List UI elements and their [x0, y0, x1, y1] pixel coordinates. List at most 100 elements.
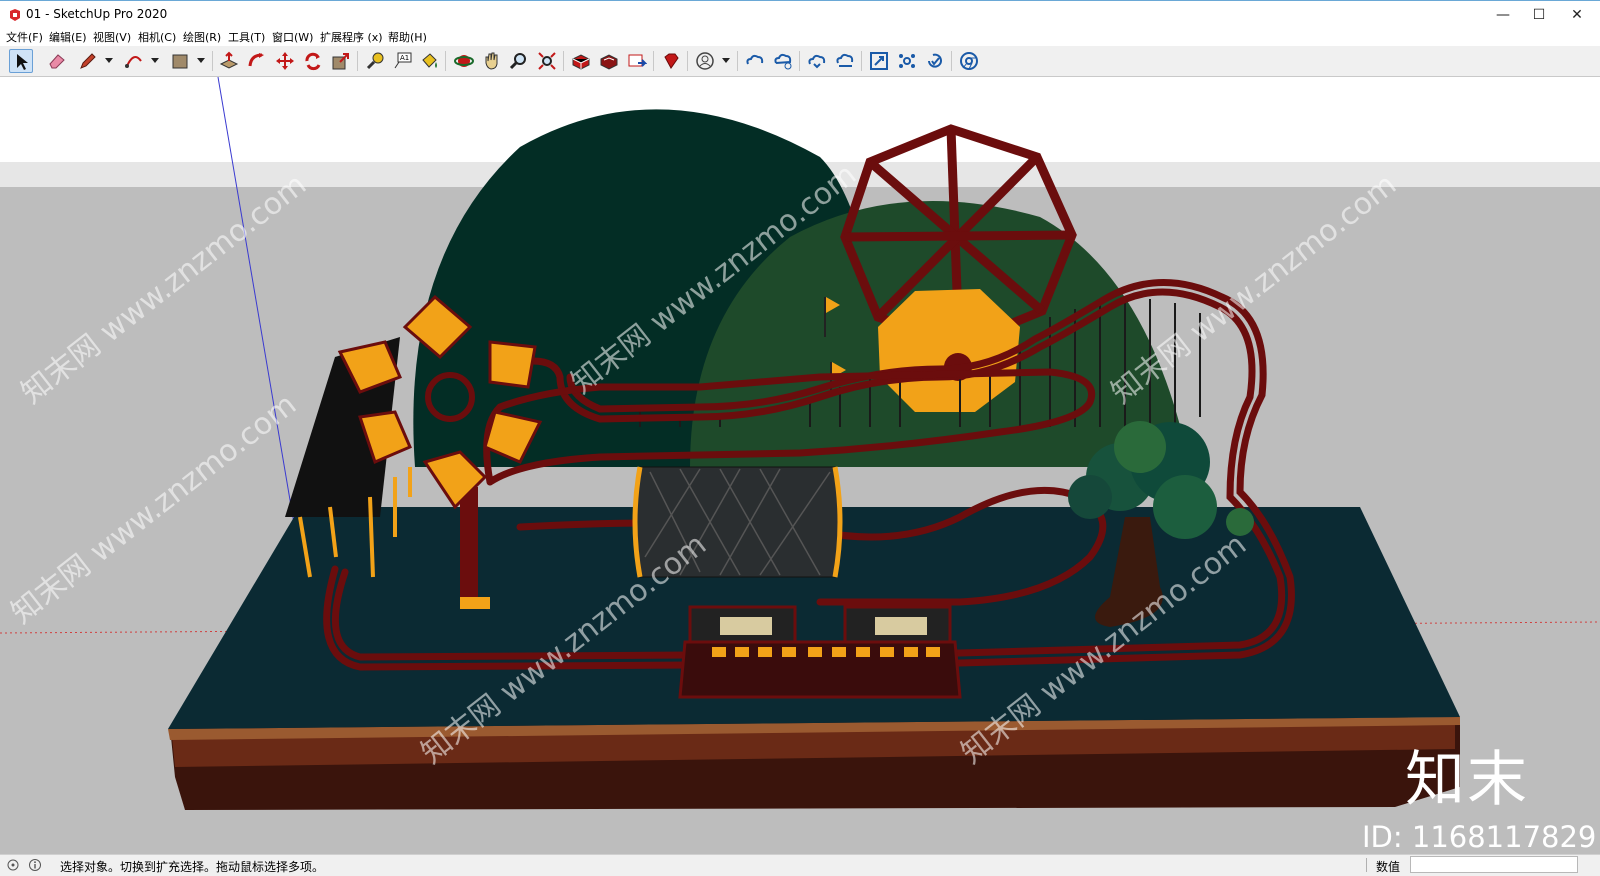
- toolbar-separator: [687, 51, 688, 71]
- chevron-down-icon[interactable]: [196, 54, 206, 66]
- toolbar-separator: [799, 51, 800, 71]
- cloud-stack-icon: [836, 53, 854, 67]
- brand-id: ID: 1168117829: [1362, 820, 1597, 854]
- user-account-button[interactable]: [693, 49, 717, 73]
- menu-camera[interactable]: 相机(C): [138, 29, 176, 45]
- orbit-icon: [454, 55, 474, 67]
- menu-help[interactable]: 帮助(H): [388, 29, 427, 45]
- arc-tool-button[interactable]: [122, 49, 146, 73]
- browser-button[interactable]: [957, 49, 981, 73]
- info-icon[interactable]: [28, 858, 42, 872]
- menu-window[interactable]: 窗口(W): [272, 29, 313, 45]
- tunnel: [632, 466, 843, 578]
- zoom-extents-button[interactable]: [535, 49, 559, 73]
- 3d-warehouse-icon: [572, 54, 590, 70]
- zoom-icon: [509, 53, 526, 70]
- cloud-upload-icon: [808, 54, 826, 69]
- tape-measure-icon: [366, 52, 384, 70]
- push-pull-icon: [219, 51, 239, 69]
- menu-file[interactable]: 文件(F): [6, 29, 43, 45]
- arc-icon: [125, 56, 142, 68]
- main-toolbar: A1: [0, 46, 1600, 77]
- 3d-warehouse-button[interactable]: [569, 49, 593, 73]
- menu-tools[interactable]: 工具(T): [228, 29, 265, 45]
- user-account-icon: [696, 52, 714, 70]
- cloud-upload-button[interactable]: [805, 49, 829, 73]
- text-tool-button[interactable]: A1: [391, 49, 415, 73]
- move-button[interactable]: [273, 49, 297, 73]
- layout-icon: [628, 54, 647, 67]
- settings-network-icon: [899, 54, 915, 68]
- sync-check-button[interactable]: [923, 49, 947, 73]
- select-tool-button[interactable]: [9, 49, 33, 73]
- orbit-button[interactable]: [452, 49, 476, 73]
- extension-warehouse-icon: [600, 54, 618, 70]
- menu-bar: 文件(F) 编辑(E) 视图(V) 相机(C) 绘图(R) 工具(T) 窗口(W…: [0, 28, 1600, 46]
- line-pencil-icon: [80, 53, 96, 69]
- zoom-button[interactable]: [507, 49, 531, 73]
- send-to-layout-button[interactable]: [625, 49, 649, 73]
- text-icon: A1: [394, 52, 412, 69]
- network-settings-button[interactable]: [895, 49, 919, 73]
- toolbar-separator: [445, 51, 446, 71]
- chevron-down-icon[interactable]: [721, 54, 731, 66]
- menu-extensions[interactable]: 扩展程序 (x): [320, 29, 383, 45]
- chevron-down-icon[interactable]: [150, 54, 160, 66]
- ruby-icon: [664, 53, 679, 69]
- rotate-icon: [305, 52, 321, 71]
- measurements-input[interactable]: [1410, 856, 1578, 873]
- cloud-share-icon: [774, 53, 792, 70]
- follow-me-button[interactable]: [245, 49, 269, 73]
- move-icon: [276, 52, 294, 70]
- pencil-tool-button[interactable]: [76, 49, 100, 73]
- ruby-console-button[interactable]: [659, 49, 683, 73]
- rotate-button[interactable]: [301, 49, 325, 73]
- extension-warehouse-button[interactable]: [597, 49, 621, 73]
- chevron-down-icon[interactable]: [104, 54, 114, 66]
- title-bar: 01 - SketchUp Pro 2020 — ☐ ✕: [0, 0, 1600, 29]
- close-button[interactable]: ✕: [1554, 1, 1600, 29]
- toolbar-separator: [357, 51, 358, 71]
- eraser-icon: [49, 54, 65, 69]
- menu-view[interactable]: 视图(V): [93, 29, 131, 45]
- follow-me-icon: [248, 53, 264, 67]
- menu-edit[interactable]: 编辑(E): [49, 29, 87, 45]
- toolbar-separator: [653, 51, 654, 71]
- paint-bucket-button[interactable]: [418, 49, 442, 73]
- cloud-stack-button[interactable]: [833, 49, 857, 73]
- rectangle-icon: [172, 54, 188, 69]
- menu-draw[interactable]: 绘图(R): [183, 29, 221, 45]
- paint-bucket-icon: [422, 53, 437, 68]
- measurements-label: 数值: [1376, 860, 1401, 874]
- window-resize-icon: [870, 52, 888, 70]
- cloud-link-button[interactable]: [743, 49, 767, 73]
- window-resize-button[interactable]: [867, 49, 891, 73]
- toolbar-separator: [563, 51, 564, 71]
- chrome-icon: [960, 52, 978, 70]
- svg-text:A1: A1: [400, 54, 409, 62]
- cloud-share-button[interactable]: [771, 49, 795, 73]
- tape-measure-button[interactable]: [363, 49, 387, 73]
- toolbar-separator: [737, 51, 738, 71]
- status-hint: 选择对象。切换到扩充选择。拖动鼠标选择多项。: [60, 860, 325, 874]
- scale-button[interactable]: [329, 49, 353, 73]
- brand-logo: 知末: [1405, 745, 1529, 815]
- status-divider: [1366, 858, 1367, 872]
- cloud-link-icon: [746, 54, 764, 65]
- sketchup-app-icon: [10, 9, 20, 21]
- model-viewport[interactable]: 知末网 www.znzmo.com 知末网 www.znzmo.com 知末网 …: [0, 77, 1600, 854]
- zoom-extents-icon: [538, 52, 556, 70]
- refresh-check-icon: [928, 53, 942, 68]
- pan-button[interactable]: [480, 49, 504, 73]
- 3d-scene[interactable]: [0, 77, 1600, 854]
- geolocation-icon[interactable]: [6, 858, 20, 872]
- pan-icon: [485, 52, 498, 70]
- status-bar: 选择对象。切换到扩充选择。拖动鼠标选择多项。 数值: [0, 854, 1600, 876]
- push-pull-button[interactable]: [217, 49, 241, 73]
- scale-icon: [332, 53, 349, 70]
- toolbar-separator: [861, 51, 862, 71]
- rectangle-tool-button[interactable]: [168, 49, 192, 73]
- eraser-tool-button[interactable]: [45, 49, 69, 73]
- toolbar-separator: [951, 51, 952, 71]
- select-icon: [17, 54, 28, 70]
